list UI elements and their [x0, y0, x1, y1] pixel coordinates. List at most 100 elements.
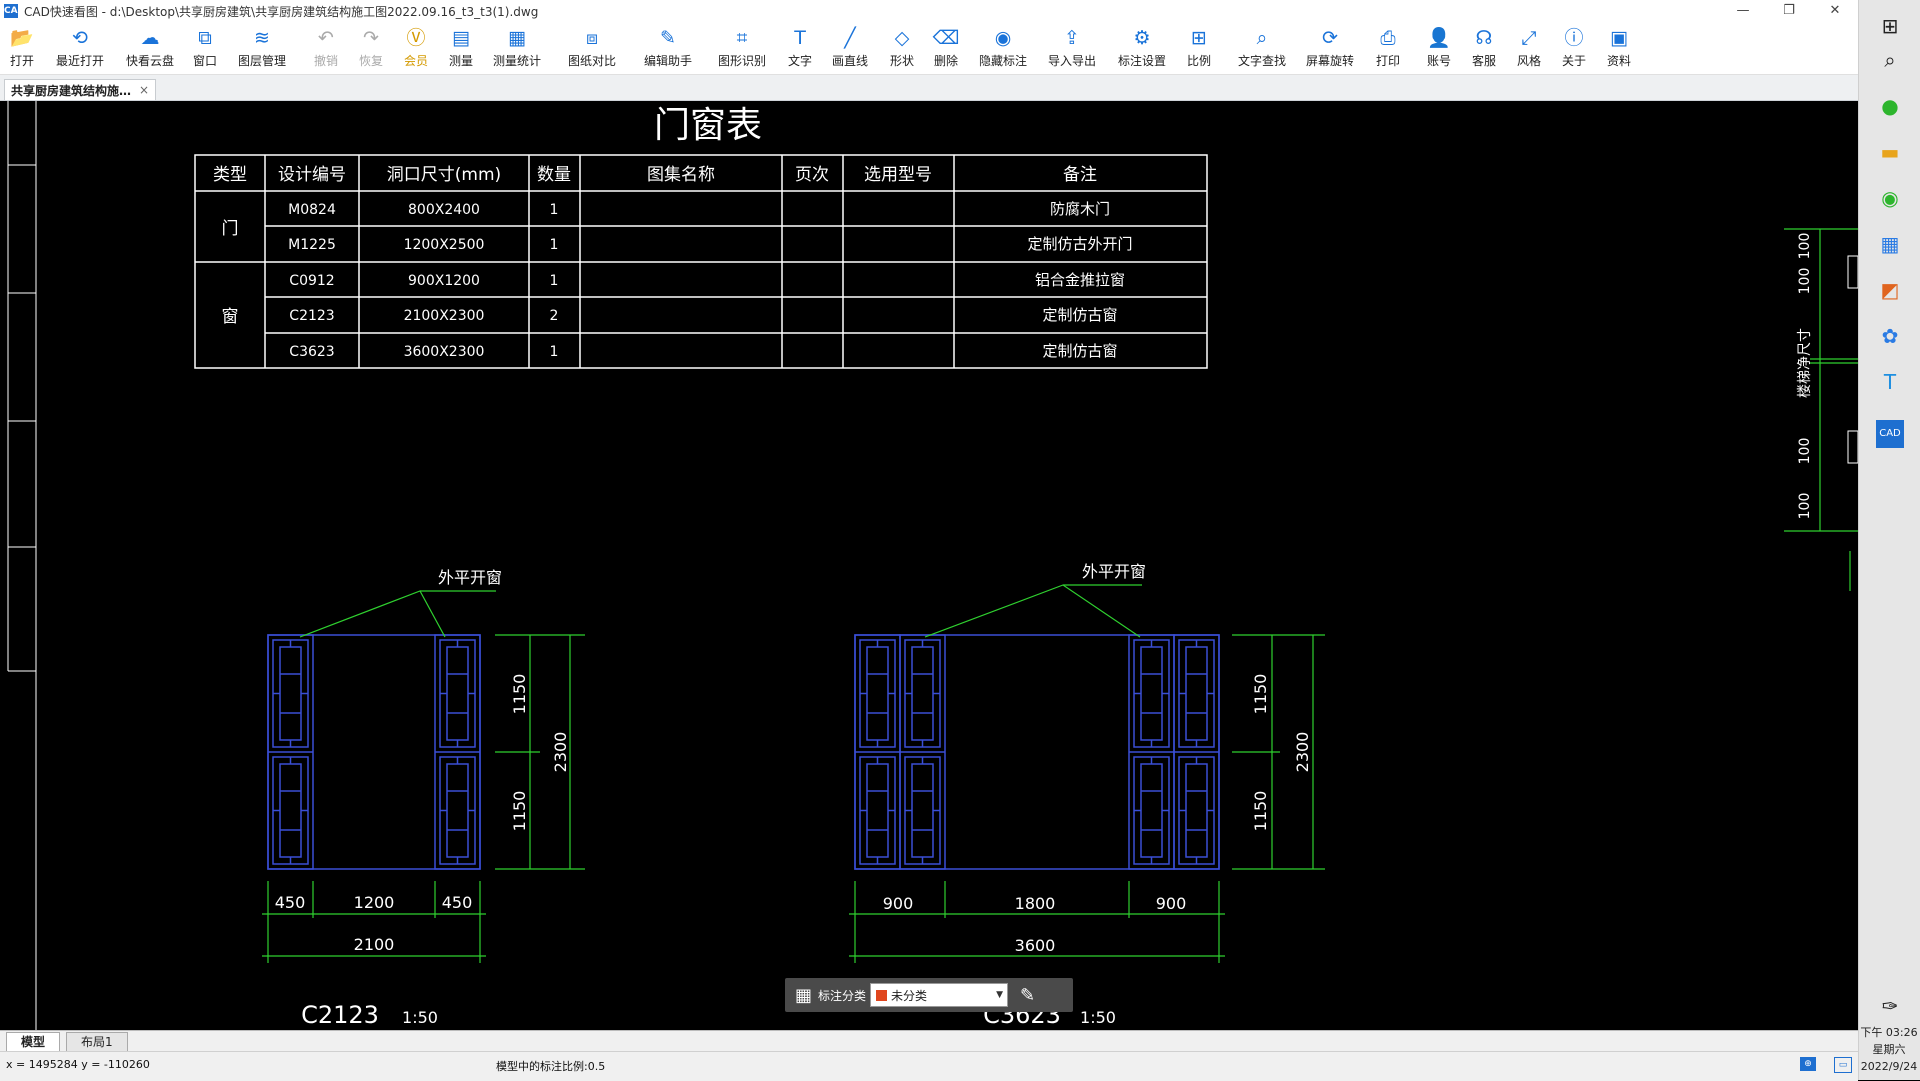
lattice-frame: [911, 763, 934, 858]
screen-rotate-icon: ⟳: [1322, 27, 1338, 49]
close-tab-icon[interactable]: ×: [139, 83, 149, 97]
toolbar-label: 测量统计: [492, 54, 541, 68]
minimize-button[interactable]: —: [1720, 0, 1766, 22]
toolbar-import-export-button[interactable]: ⇪ 导入导出: [1046, 26, 1098, 69]
right-dim: 100: [1797, 233, 1813, 260]
pen-icon[interactable]: ✑: [1876, 992, 1904, 1020]
dim-bottom: 1800: [1015, 894, 1056, 913]
compare-icon: ⧈: [585, 27, 599, 49]
lattice-frame: [1185, 646, 1208, 741]
toolbar-anno-settings-button[interactable]: ⚙ 标注设置: [1116, 26, 1168, 69]
lattice-frame: [1185, 763, 1208, 858]
leader-label: 外平开窗: [1082, 562, 1146, 581]
app-icon: CAD: [4, 4, 26, 18]
dim-bottom: 450: [275, 893, 306, 912]
toolbar-print-button[interactable]: ⎙ 打印: [1362, 26, 1414, 69]
toolbar-shape-recog-button[interactable]: ⌗ 图形识别: [716, 26, 768, 69]
browser-icon[interactable]: ◉: [1876, 184, 1904, 212]
search-icon[interactable]: ⌕: [1876, 46, 1904, 74]
toolbar-measure-stats-button[interactable]: ▦ 测量统计: [491, 26, 543, 69]
toolbar-line-button[interactable]: ╱ 画直线: [824, 26, 876, 69]
wechat-icon[interactable]: ●: [1876, 92, 1904, 120]
toolbar-text-button[interactable]: T 文字: [774, 26, 826, 69]
toolbar-edit-assist-button[interactable]: ✎ 编辑助手: [642, 26, 694, 69]
toolbar-label: 图形识别: [717, 54, 766, 68]
annotation-category-label: 标注分类: [818, 988, 867, 1003]
dim-total-height: 2300: [1293, 732, 1312, 773]
toolbar-label: 客服: [1471, 54, 1496, 68]
measure-stats-icon: ▦: [508, 27, 526, 49]
toolbar-resources-button[interactable]: ▣ 资料: [1593, 26, 1645, 69]
windows-start-icon[interactable]: ⊞: [1876, 12, 1904, 40]
toolbar-text-search-button[interactable]: ⌕ 文字查找: [1236, 26, 1288, 69]
toolbar-label: 账号: [1426, 54, 1451, 68]
document-tab[interactable]: 共享厨房建筑结构施… ×: [4, 79, 157, 100]
door-window-table-grid: [194, 154, 1208, 369]
edit-icon[interactable]: ✎: [1020, 985, 1035, 1006]
cell-size: 3600X2300: [404, 344, 485, 360]
drawing-canvas[interactable]: 门窗表 类型 设计编号 洞口尺寸(mm) 数量 图集名称 页次 选用型号 备注: [0, 101, 1858, 1030]
toolbar-label: 文字: [787, 54, 812, 68]
right-edge-fragment: 100 100 100 100 楼梯净尺寸: [1784, 228, 1858, 591]
toolbar-label: 资料: [1606, 54, 1631, 68]
cell-size: 800X2400: [408, 202, 480, 218]
window-scale: 1:50: [402, 1008, 438, 1027]
text-search-icon: ⌕: [1256, 27, 1268, 49]
toolbar-label: 删除: [933, 54, 958, 68]
tab-layout1[interactable]: 布局1: [66, 1032, 128, 1052]
category-color-swatch: [876, 989, 888, 1001]
layers-icon: ≋: [254, 27, 270, 49]
calculator-icon[interactable]: ▦: [1876, 230, 1904, 258]
th-qty: 数量: [537, 165, 571, 185]
lattice-frame: [446, 646, 469, 741]
scale-icon: ⊞: [1191, 27, 1207, 49]
th-type: 类型: [213, 165, 247, 185]
window-name: C2123: [301, 1001, 379, 1029]
office-icon[interactable]: ◩: [1876, 276, 1904, 304]
right-dim: 100: [1797, 268, 1813, 295]
toolbar-open-button[interactable]: 📂 打开: [0, 26, 48, 69]
text-app-icon[interactable]: T: [1876, 368, 1904, 396]
toolbar-label: 隐藏标注: [978, 54, 1027, 68]
cell-note: 定制仿古外开门: [1027, 235, 1132, 253]
restore-button[interactable]: ❐: [1766, 0, 1812, 22]
toolbar-screen-rotate-button[interactable]: ⟳ 屏幕旋转: [1304, 26, 1356, 69]
grid-icon[interactable]: ▦: [795, 985, 812, 1006]
chevron-down-icon[interactable]: ▼: [996, 990, 1003, 1000]
cell-note: 铝合金推拉窗: [1035, 271, 1125, 289]
toolbar-label: 屏幕旋转: [1305, 54, 1354, 68]
toolbar-cloud-button[interactable]: ☁ 快看云盘: [124, 26, 176, 69]
account-icon: 👤: [1427, 27, 1451, 49]
toolbar-compare-button[interactable]: ⧈ 图纸对比: [566, 26, 618, 69]
hide-anno-icon: ◉: [994, 27, 1012, 49]
toolbar-label: 打印: [1375, 54, 1400, 68]
toolbar-hide-anno-button[interactable]: ◉ 隐藏标注: [977, 26, 1029, 69]
main-toolbar: 📂 打开 ⟲ 最近打开 ☁ 快看云盘 ⧉ 窗口 ≋ 图层管理 ↶ 撤销 ↷ 恢复 Ⓥ 会员 ▤ 测量 ▦ 测量统计 ⧈ 图…: [0, 22, 1858, 75]
display-icon[interactable]: ▭: [1834, 1057, 1852, 1073]
close-button[interactable]: ✕: [1812, 0, 1858, 22]
cad-app-icon[interactable]: CAD: [1876, 420, 1904, 448]
folder-icon[interactable]: ▬: [1876, 138, 1904, 166]
document-tab-bar: 共享厨房建筑结构施… ×: [0, 75, 1858, 101]
tab-model[interactable]: 模型: [6, 1032, 61, 1052]
about-icon: ⓘ: [1564, 27, 1584, 49]
toolbar-scale-button[interactable]: ⊞ 比例: [1173, 26, 1225, 69]
toolbar-label: 导入导出: [1047, 54, 1096, 68]
toolbar-measure-button[interactable]: ▤ 测量: [435, 26, 487, 69]
recent-icon: ⟲: [72, 27, 88, 49]
toolbar-window-button[interactable]: ⧉ 窗口: [179, 26, 231, 69]
toolbar-label: 图层管理: [237, 54, 286, 68]
support-icon: ☊: [1475, 27, 1493, 49]
cursor-coordinates: x = 1495284 y = -110260: [6, 1058, 150, 1071]
toolbar-label: 会员: [403, 54, 428, 68]
toolbar-recent-button[interactable]: ⟲ 最近打开: [54, 26, 106, 69]
annotation-category-select[interactable]: 未分类 ▼: [870, 983, 1009, 1007]
cell-size: 1200X2500: [404, 237, 485, 253]
cell-qty: 1: [550, 202, 559, 218]
toolbar-delete-button[interactable]: ⌫ 删除: [920, 26, 972, 69]
toolbar-layers-button[interactable]: ≋ 图层管理: [236, 26, 288, 69]
snap-icon[interactable]: ⊕: [1800, 1057, 1816, 1071]
dim-total-width: 3600: [1015, 936, 1056, 955]
dim-right: 1150: [510, 674, 529, 715]
photos-icon[interactable]: ✿: [1876, 322, 1904, 350]
